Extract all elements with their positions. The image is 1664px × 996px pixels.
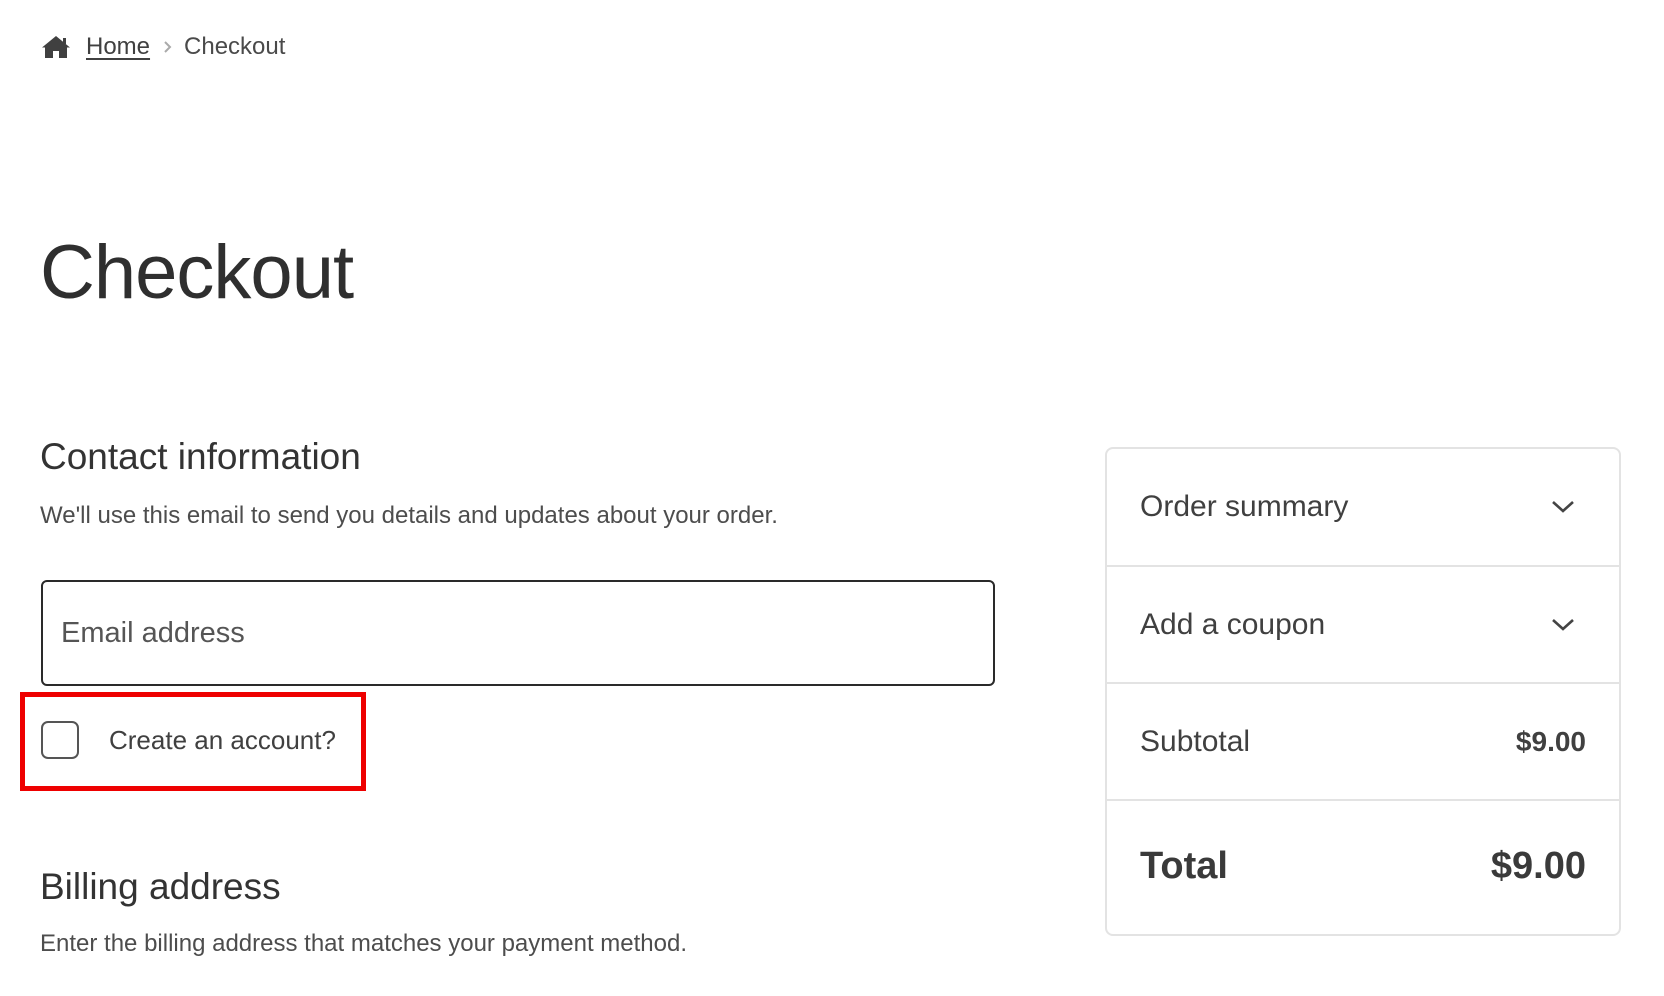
- subtotal-value: $9.00: [1515, 725, 1586, 757]
- total-row: Total $9.00: [1107, 801, 1619, 932]
- billing-address-description: Enter the billing address that matches y…: [40, 930, 688, 957]
- email-field[interactable]: [41, 580, 995, 686]
- billing-address-heading: Billing address: [40, 866, 281, 907]
- add-coupon-label: Add a coupon: [1140, 607, 1326, 641]
- breadcrumb: Home Checkout: [40, 30, 285, 64]
- order-summary-panel: Order summary Add a coupon Subtotal $9.0…: [1105, 447, 1621, 936]
- add-coupon-toggle[interactable]: Add a coupon: [1107, 567, 1619, 684]
- breadcrumb-home-link[interactable]: Home: [86, 33, 150, 61]
- chevron-right-icon: [164, 41, 172, 53]
- order-summary-label: Order summary: [1140, 490, 1349, 523]
- breadcrumb-current: Checkout: [184, 33, 286, 60]
- subtotal-row: Subtotal $9.00: [1107, 684, 1619, 801]
- chevron-down-icon[interactable]: [1550, 617, 1576, 633]
- chevron-down-icon[interactable]: [1550, 499, 1576, 515]
- create-account-checkbox[interactable]: [41, 721, 79, 759]
- page-title: Checkout: [40, 230, 354, 315]
- total-value: $9.00: [1490, 845, 1586, 887]
- home-icon[interactable]: [40, 34, 72, 60]
- contact-information-heading: Contact information: [40, 436, 361, 477]
- total-label: Total: [1140, 845, 1228, 887]
- create-account-label[interactable]: Create an account?: [109, 725, 336, 756]
- subtotal-label: Subtotal: [1140, 724, 1251, 758]
- contact-information-description: We'll use this email to send you details…: [40, 502, 778, 529]
- order-summary-toggle[interactable]: Order summary: [1107, 449, 1619, 567]
- create-account-option[interactable]: Create an account?: [41, 718, 336, 762]
